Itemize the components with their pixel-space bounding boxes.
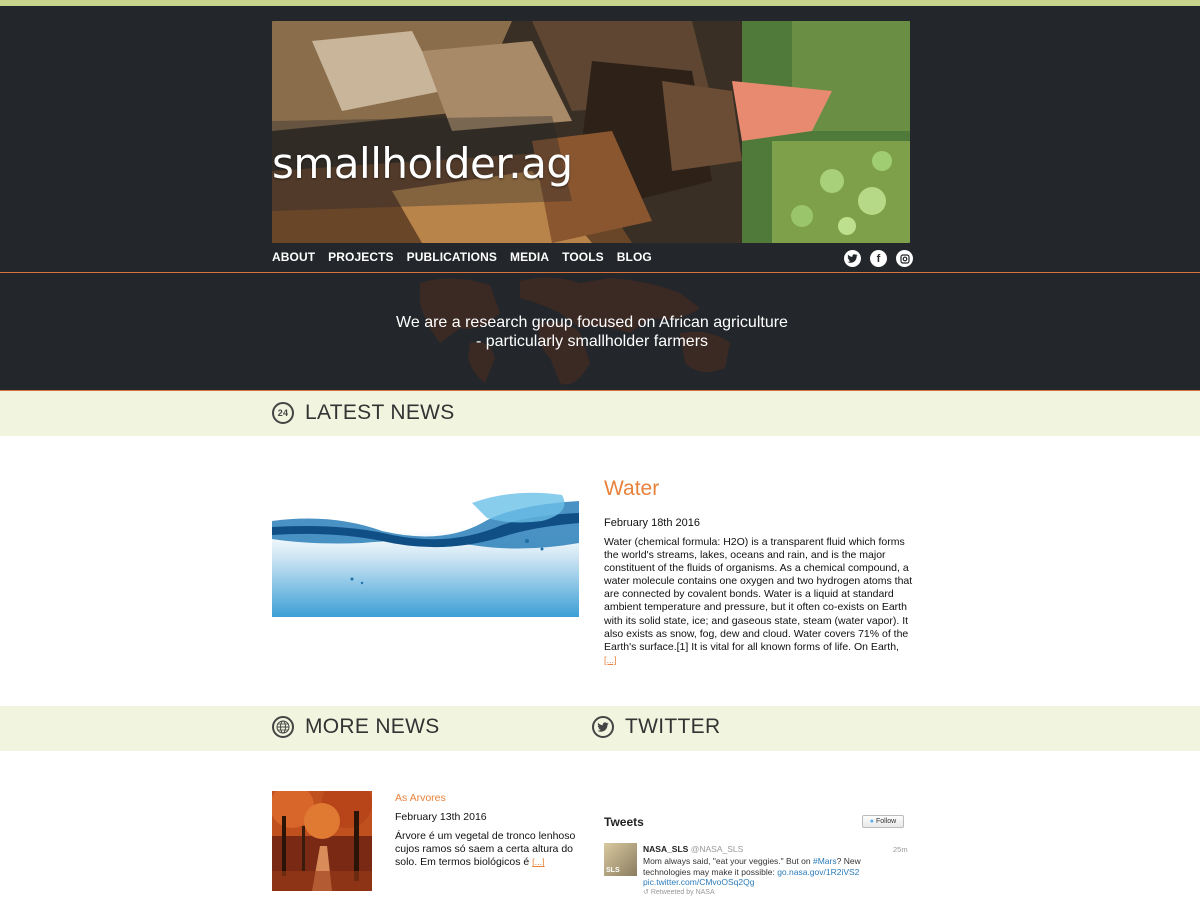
tweet-text: Mom always said, "eat your veggies." But… <box>643 856 888 888</box>
latest-article-body: Water (chemical formula: H2O) is a trans… <box>604 536 914 667</box>
latest-news-band <box>0 391 1200 436</box>
globe-icon <box>272 716 294 738</box>
tweet-retweeted-by: ↺ Retweeted by NASA <box>643 888 715 896</box>
nav-item-tools[interactable]: TOOLS <box>562 250 604 264</box>
trees-article-image[interactable] <box>272 791 372 891</box>
latest-news-heading: 24 LATEST NEWS <box>272 401 455 425</box>
more-news-title: MORE NEWS <box>305 715 440 738</box>
tweet-time[interactable]: 25m <box>893 845 908 854</box>
instagram-icon[interactable] <box>896 250 913 267</box>
tweets-widget-title: Tweets <box>604 815 644 829</box>
water-article-image[interactable] <box>272 483 579 617</box>
main-nav: ABOUT PROJECTS PUBLICATIONS MEDIA TOOLS … <box>272 250 665 264</box>
tagline-text: We are a research group focused on Afric… <box>0 313 1184 351</box>
retweet-icon: ↺ <box>643 889 649 896</box>
twitter-heading: TWITTER <box>592 715 720 739</box>
follow-button[interactable]: ● Follow <box>862 815 904 828</box>
tweet-author-name: NASA_SLS <box>643 844 689 854</box>
clock-24-icon-label: 24 <box>277 408 289 418</box>
nav-item-media[interactable]: MEDIA <box>510 250 549 264</box>
tagline-line-1: We are a research group focused on Afric… <box>396 314 788 331</box>
tweet-hashtag-link[interactable]: #Mars <box>813 856 837 866</box>
twitter-title: TWITTER <box>625 715 721 738</box>
social-links: f <box>844 250 913 267</box>
latest-article-title[interactable]: Water <box>604 477 659 501</box>
tweet-author[interactable]: NASA_SLS @NASA_SLS <box>643 844 743 854</box>
clock-24-icon: 24 <box>272 402 294 424</box>
latest-news-title: LATEST NEWS <box>305 401 455 424</box>
latest-article-read-more[interactable]: [...] <box>604 655 617 665</box>
tagline-line-2: - particularly smallholder farmers <box>475 333 709 350</box>
more-news-heading: MORE NEWS <box>272 715 440 739</box>
follow-button-label: Follow <box>876 818 897 825</box>
facebook-icon[interactable]: f <box>870 250 887 267</box>
header-banner: smallholder.ag <box>272 21 910 243</box>
twitter-icon[interactable] <box>844 250 861 267</box>
more-article-title[interactable]: As Arvores <box>395 792 446 804</box>
tagline-band: We are a research group focused on Afric… <box>0 273 1200 390</box>
banner-illustration <box>272 21 910 243</box>
tweet-pic-link[interactable]: pic.twitter.com/CMvoOSq2Qg <box>643 877 754 887</box>
latest-article-date: February 18th 2016 <box>604 517 701 529</box>
more-article-date: February 13th 2016 <box>395 811 487 823</box>
site-title[interactable]: smallholder.ag <box>272 139 573 188</box>
nav-item-projects[interactable]: PROJECTS <box>328 250 393 264</box>
tweet-url-link[interactable]: go.nasa.gov/1R2iVS2 <box>777 867 859 877</box>
nav-item-about[interactable]: ABOUT <box>272 250 315 264</box>
tweet-text-part-1: Mom always said, "eat your veggies." But… <box>643 856 813 866</box>
more-article-body: Árvore é um vegetal de tronco lenhoso cu… <box>395 830 577 870</box>
tweet-author-handle: @NASA_SLS <box>690 844 744 854</box>
tweet-avatar-label: SLS <box>606 867 620 874</box>
latest-article-text: Water (chemical formula: H2O) is a trans… <box>604 536 913 653</box>
tweet-retweeted-by-text: Retweeted by NASA <box>650 889 715 896</box>
twitter-bird-icon <box>592 716 614 738</box>
site-header: smallholder.ag ABOUT PROJECTS PUBLICATIO… <box>0 6 1200 272</box>
more-article-read-more[interactable]: [...] <box>532 857 545 867</box>
nav-item-blog[interactable]: BLOG <box>617 250 652 264</box>
nav-item-publications[interactable]: PUBLICATIONS <box>407 250 497 264</box>
tweet-avatar[interactable]: SLS <box>604 843 637 876</box>
follow-bird-icon: ● <box>869 818 874 825</box>
more-article-text: Árvore é um vegetal de tronco lenhoso cu… <box>395 830 576 869</box>
